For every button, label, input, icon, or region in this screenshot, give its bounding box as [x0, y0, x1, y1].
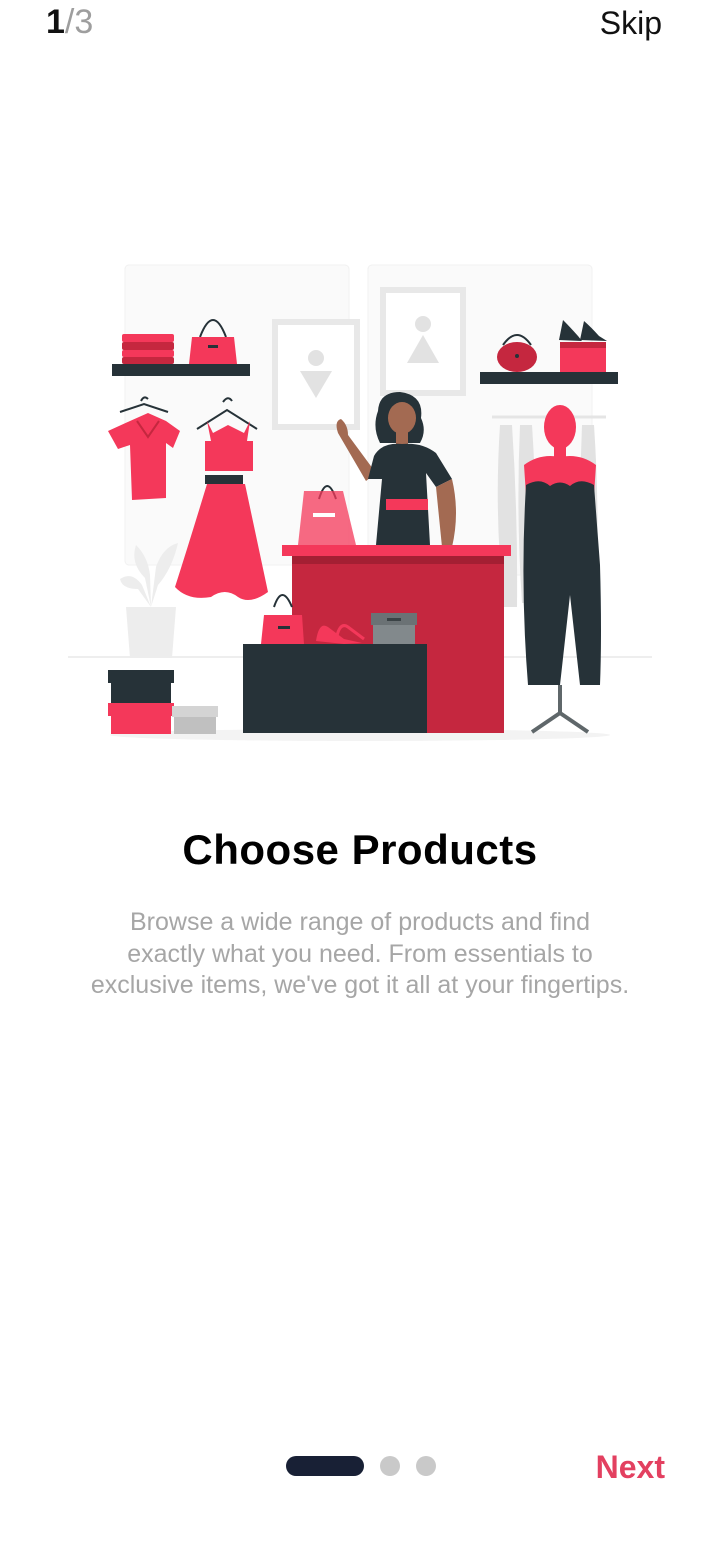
top-bar: 1/3 Skip — [0, 0, 720, 50]
next-button[interactable]: Next — [596, 1448, 665, 1486]
page-counter-current: 1 — [46, 3, 65, 41]
page-dot-active — [286, 1456, 364, 1476]
page-dot — [416, 1456, 436, 1476]
onboarding-description: Browse a wide range of products and find… — [90, 908, 630, 999]
page-indicator — [286, 1456, 436, 1476]
clothing-store-illustration — [60, 255, 660, 750]
page-counter: 1/3 — [46, 2, 93, 42]
onboarding-title: Choose Products — [182, 826, 538, 873]
skip-button[interactable]: Skip — [600, 4, 662, 42]
page-counter-total: /3 — [64, 3, 94, 41]
page-dot — [380, 1456, 400, 1476]
